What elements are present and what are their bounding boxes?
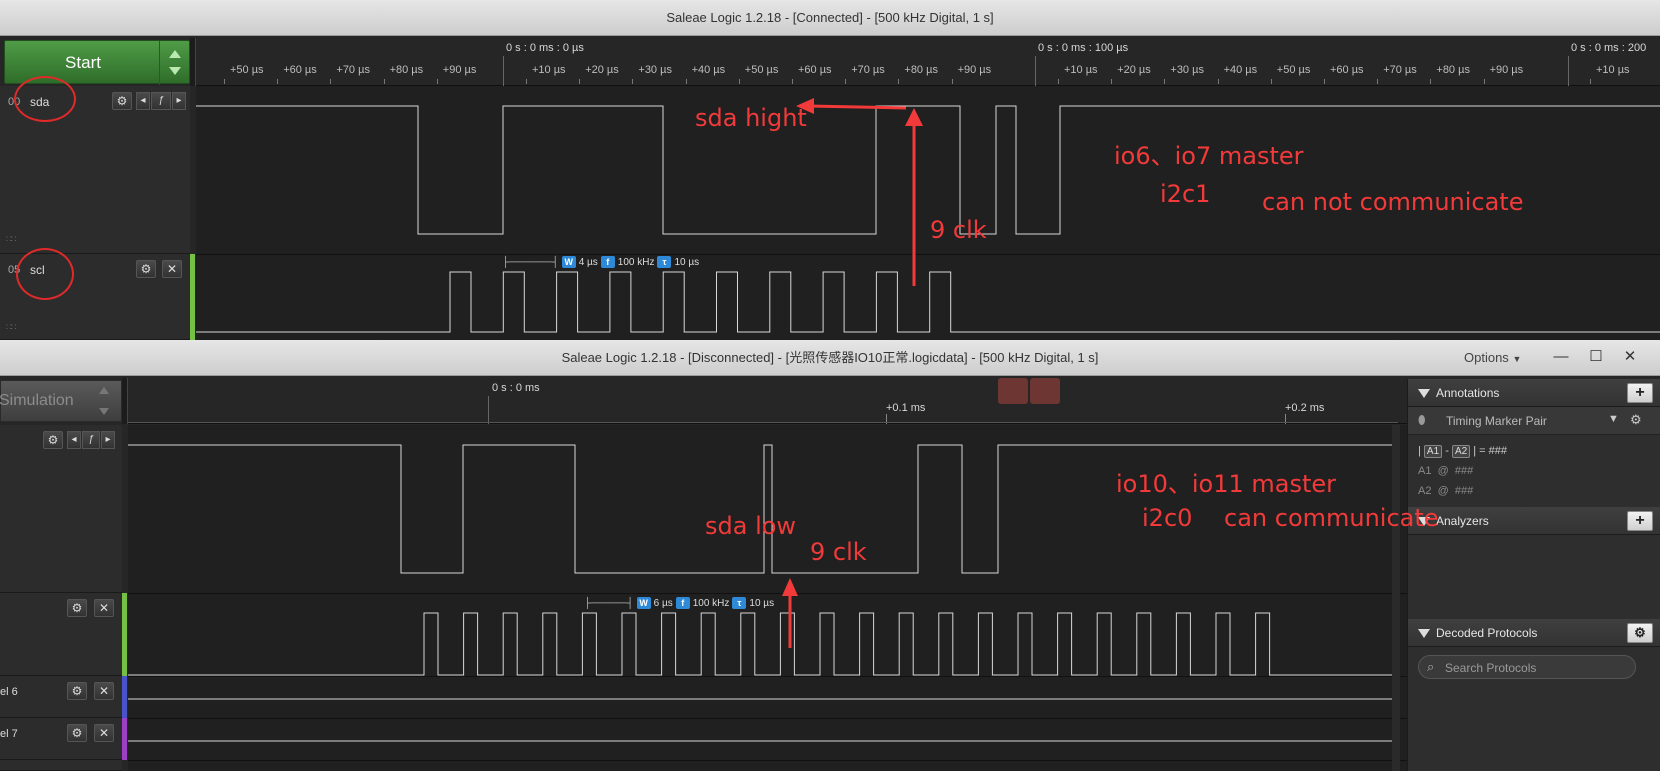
annotation-bus: i2c1 — [1160, 180, 1211, 208]
annotation-master: io10、io11 master — [1116, 470, 1337, 498]
annotation-status: can communicate — [1224, 504, 1439, 532]
annotation-9clk: 9 clk — [930, 216, 987, 244]
annotation-master: io6、io7 master — [1114, 142, 1304, 170]
logic-window-disconnected: Saleae Logic 1.2.18 - [Disconnected] - [… — [0, 340, 1660, 771]
annotation-status: can not communicate — [1262, 188, 1524, 216]
logic-window-connected: Saleae Logic 1.2.18 - [Connected] - [500… — [0, 0, 1660, 340]
annotation-arrows — [796, 98, 923, 286]
annotation-bus: i2c0 — [1142, 504, 1193, 532]
annotation-9clk: 9 clk — [810, 538, 867, 566]
annotation-sda-low: sda low — [705, 512, 797, 540]
annotation-sda-hight: sda hight — [695, 104, 807, 132]
